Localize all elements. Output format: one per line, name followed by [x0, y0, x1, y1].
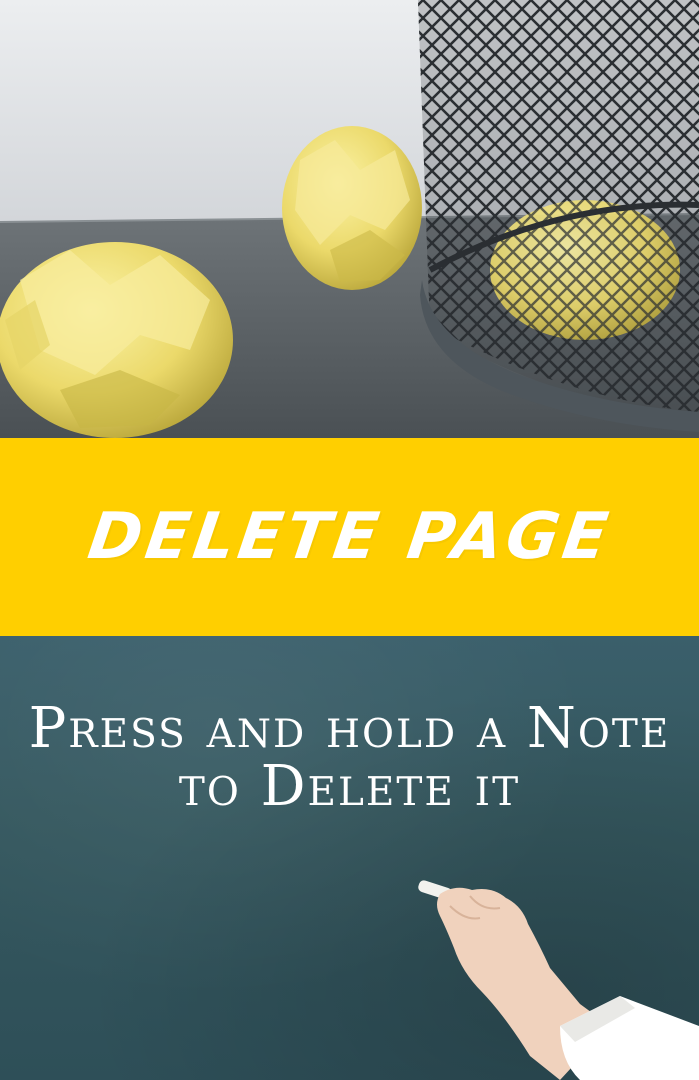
- crumpled-paper-back: [282, 126, 422, 290]
- title-banner: Delete Page: [0, 438, 699, 636]
- wastebasket-illustration: [0, 0, 699, 438]
- hand-with-chalk-icon: [418, 880, 699, 1080]
- crumpled-paper-front: [0, 242, 233, 438]
- delete-page-help-screen: Delete Page Press and hold a Note to Del…: [0, 0, 699, 1080]
- instruction-text: Press and hold a Note to Delete it: [28, 696, 671, 819]
- page-title: Delete Page: [83, 500, 616, 574]
- chalkboard: Press and hold a Note to Delete it: [0, 636, 699, 1080]
- wastebasket-photo: [0, 0, 699, 438]
